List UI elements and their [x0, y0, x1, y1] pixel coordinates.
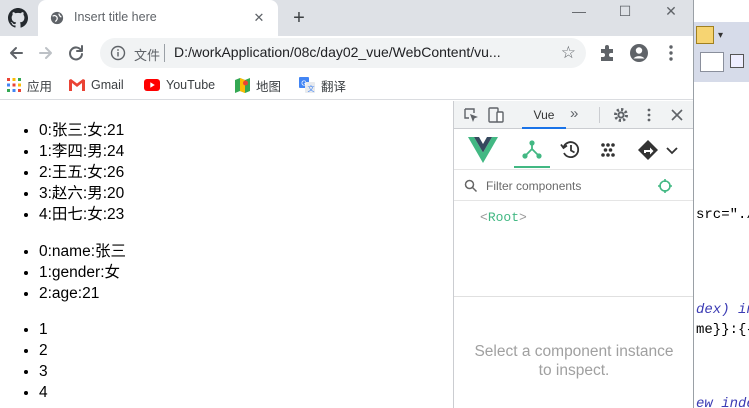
list-item: 3: [39, 361, 48, 382]
filter-components-input[interactable]: [486, 177, 656, 195]
bookmark-label: 地图: [256, 79, 282, 94]
bookmark-star-icon[interactable]: ☆: [561, 43, 576, 63]
url-text[interactable]: D:/workApplication/08c/day02_vue/WebCont…: [174, 44, 501, 60]
tab-active[interactable]: Insert title here ✕: [38, 0, 278, 36]
close-window-button[interactable]: ✕: [648, 0, 693, 26]
close-devtools-icon[interactable]: [668, 106, 686, 124]
translate-icon: G 文: [299, 77, 315, 93]
tab-plugins[interactable]: [590, 134, 626, 168]
code-line: dex) in: [696, 302, 749, 318]
maps-icon: [235, 77, 250, 93]
bookmark-translate[interactable]: G 文 翻译: [299, 76, 346, 94]
list-item: 2:王五:女:26: [39, 162, 124, 183]
tree-node-root[interactable]: <Root>: [480, 210, 527, 225]
back-arrow-icon[interactable]: [2, 39, 30, 67]
root-label: Root: [487, 210, 520, 225]
object-list: 0:name:张三 1:gender:女 2:age:21: [21, 241, 126, 304]
empty-inspector-message: Select a component instance to inspect.: [464, 342, 684, 380]
code-line: me}}:{{: [696, 322, 749, 338]
profile-avatar-icon[interactable]: [626, 40, 652, 66]
devtools-menu-icon[interactable]: [640, 106, 658, 124]
more-tabs-icon[interactable]: »: [570, 105, 578, 122]
list-item: 2: [39, 340, 48, 361]
extensions-puzzle-icon[interactable]: [594, 40, 620, 66]
students-list: 0:张三:女:21 1:李四:男:24 2:王五:女:26 3:赵六:男:20 …: [21, 120, 124, 225]
list-item: 0:name:张三: [39, 241, 126, 262]
maximize-button[interactable]: ☐: [602, 0, 648, 26]
vue-toolbar: [454, 130, 693, 170]
tab-routes-dropdown[interactable]: [634, 134, 684, 168]
info-icon[interactable]: [110, 45, 126, 61]
bookmark-apps[interactable]: 应用: [7, 76, 52, 94]
list-item: 1:李四:男:24: [39, 141, 124, 162]
bookmark-youtube[interactable]: YouTube: [144, 76, 215, 94]
components-tree-icon: [522, 140, 542, 159]
gear-icon[interactable]: [612, 106, 630, 124]
route-direction-icon: [638, 140, 678, 160]
file-scheme-label: 文件: [134, 48, 161, 63]
ide-window-icon: [730, 54, 744, 68]
devtools-panel: Vue » Filter components <Root> Select a …: [453, 101, 693, 408]
gmail-icon: [69, 79, 85, 91]
component-tree: <Root>: [454, 202, 693, 296]
tab-components[interactable]: [514, 134, 550, 168]
filter-bar: [454, 171, 693, 201]
search-icon: [464, 179, 478, 193]
list-item: 1: [39, 319, 48, 340]
history-clock-icon: [560, 141, 580, 159]
list-item: 0:张三:女:21: [39, 120, 124, 141]
bookmarks-bar: 应用 Gmail YouTube 地图 G 文 翻译: [0, 70, 693, 100]
list-item: 4:田七:女:23: [39, 204, 124, 225]
code-line: ew_inde: [696, 396, 749, 408]
select-target-icon[interactable]: [657, 178, 673, 194]
list-item: 2:age:21: [39, 283, 126, 304]
svg-text:G: G: [301, 81, 306, 88]
ide-dropdown-icon: ▾: [718, 30, 724, 41]
bookmark-label: YouTube: [166, 78, 216, 92]
globe-icon: [50, 11, 64, 25]
plugins-dots-icon: [601, 143, 615, 157]
ide-field: [700, 52, 724, 72]
bookmark-label: Gmail: [91, 78, 124, 92]
apps-grid-icon: [7, 78, 21, 92]
numbers-list: 1 2 3 4: [21, 319, 48, 403]
bookmark-gmail[interactable]: Gmail: [69, 76, 124, 94]
github-icon[interactable]: [8, 8, 28, 28]
tab-strip: Insert title here ✕ + — ☐ ✕: [0, 0, 693, 36]
inspect-message-line: to inspect.: [538, 362, 610, 379]
background-ide-window: ▾ src="./ dex) in me}}:{{ ew_inde: [693, 0, 749, 408]
code-line: src="./: [696, 207, 749, 223]
youtube-icon: [144, 79, 160, 91]
bookmark-maps[interactable]: 地图: [235, 76, 281, 94]
reload-icon[interactable]: [62, 39, 90, 67]
devtools-tabbar: Vue »: [454, 101, 693, 129]
inspect-message-line: Select a component instance: [474, 343, 674, 360]
close-tab-icon[interactable]: ✕: [250, 9, 268, 27]
tab-vue[interactable]: Vue: [522, 101, 566, 129]
list-item: 1:gender:女: [39, 262, 126, 283]
svg-text:文: 文: [308, 84, 315, 93]
devtools-divider: [599, 107, 600, 123]
tab-timeline[interactable]: [552, 134, 588, 168]
list-item: 3:赵六:男:20: [39, 183, 124, 204]
bookmark-label: 应用: [27, 79, 53, 94]
browser-toolbar: 文件 D:/workApplication/08c/day02_vue/WebC…: [0, 36, 693, 70]
chrome-menu-icon[interactable]: [658, 40, 684, 66]
new-tab-button[interactable]: +: [287, 6, 311, 30]
address-bar[interactable]: 文件 D:/workApplication/08c/day02_vue/WebC…: [100, 38, 586, 68]
inspect-element-icon[interactable]: [462, 106, 480, 124]
minimize-button[interactable]: —: [556, 0, 602, 26]
device-toolbar-icon[interactable]: [487, 106, 505, 124]
page-content: 0:张三:女:21 1:李四:男:24 2:王五:女:26 3:赵六:男:20 …: [0, 101, 453, 408]
list-item: 4: [39, 382, 48, 403]
vue-logo-icon: [468, 137, 498, 163]
ide-toolbar: ▾: [694, 22, 749, 82]
browser-window: Insert title here ✕ + — ☐ ✕ 文件 D:/workAp…: [0, 0, 693, 408]
inspector-pane: Select a component instance to inspect.: [454, 296, 693, 408]
ide-tool-icon: [696, 26, 714, 44]
forward-arrow-icon[interactable]: [32, 39, 60, 67]
bookmark-label: 翻译: [321, 79, 347, 94]
omnibox-divider: [164, 44, 165, 62]
tab-title: Insert title here: [74, 10, 157, 24]
